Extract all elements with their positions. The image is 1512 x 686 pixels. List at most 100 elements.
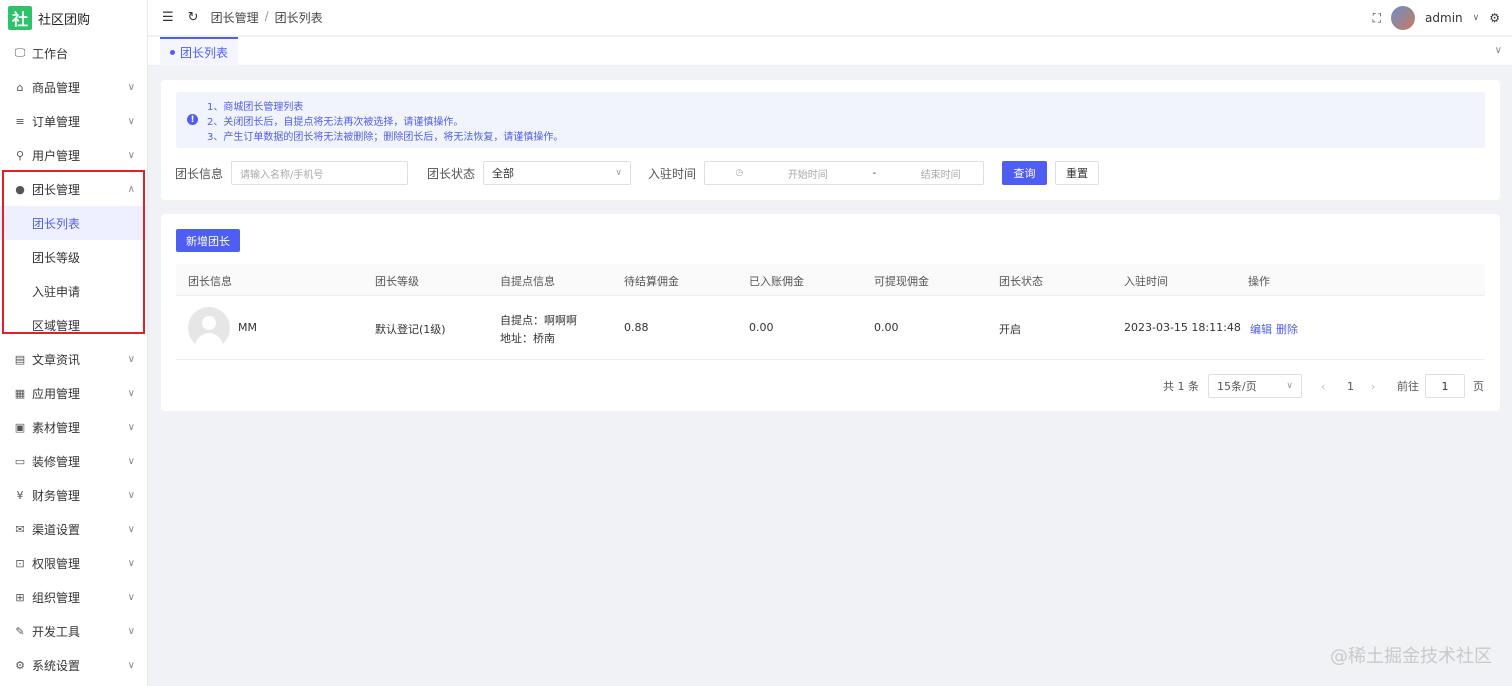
pickup-address: 地址：桥南 <box>500 332 555 345</box>
sidebar-item-mail[interactable]: ✉ 渠道设置 ∨ <box>0 512 147 546</box>
page-number-current[interactable]: 1 <box>1347 374 1354 398</box>
sidebar-item-apps[interactable]: ▦ 应用管理 ∨ <box>0 376 147 410</box>
sidebar-subitem[interactable]: 区域管理 <box>0 308 147 342</box>
chevron-down-icon: ∨ <box>127 489 135 501</box>
app-title: 社区团购 <box>38 12 91 28</box>
sidebar-item-label: 装修管理 <box>32 454 81 469</box>
yen-icon: ¥ <box>16 488 24 502</box>
column-header: 团长信息 <box>188 275 232 288</box>
app-logo[interactable]: 社 社区团购 <box>0 0 147 36</box>
sidebar-item-label: 商品管理 <box>32 80 81 95</box>
list-icon: ≡ <box>15 114 25 128</box>
username[interactable]: admin <box>1425 11 1463 25</box>
sidebar-item-image[interactable]: ▣ 素材管理 ∨ <box>0 410 147 444</box>
page-size-select[interactable]: 15条/页 ∨ <box>1208 374 1302 398</box>
settings-icon[interactable]: ⚙ <box>1489 11 1500 25</box>
user-avatar[interactable] <box>1391 6 1416 30</box>
sidebar-item-article[interactable]: ▤ 文章资讯 ∨ <box>0 342 147 376</box>
chevron-down-icon: ∨ <box>615 168 623 178</box>
sidebar-item-user[interactable]: ⚲ 用户管理 ∨ <box>0 138 147 172</box>
org-icon: ⊞ <box>15 590 25 604</box>
prev-page-icon[interactable]: ‹ <box>1321 374 1325 398</box>
leader-status-select[interactable]: 全部 ∨ <box>483 161 632 185</box>
sidebar-item-list[interactable]: ≡ 订单管理 ∨ <box>0 104 147 138</box>
add-leader-button[interactable]: 新增团长 <box>176 229 240 252</box>
breadcrumb-item: 团长列表 <box>274 11 323 25</box>
fullscreen-icon[interactable]: ⛶ <box>1373 11 1381 26</box>
next-page-icon[interactable]: › <box>1371 374 1375 398</box>
column-header: 可提现佣金 <box>874 275 929 288</box>
breadcrumb-item[interactable]: 团长管理 <box>211 9 259 26</box>
delete-link[interactable]: 删除 <box>1276 321 1298 337</box>
page-unit-label: 页 <box>1473 380 1484 393</box>
pagination-total: 共 1 条 <box>1163 380 1199 393</box>
menu-fold-icon[interactable]: ☰ <box>162 10 174 25</box>
leader-info-label: 团长信息 <box>175 166 224 181</box>
sidebar-item-label: 开发工具 <box>32 624 81 639</box>
notice-box: ! 1、商城团长管理列表 2、关闭团长后，自提点将无法再次被选择，请谨慎操作。 … <box>176 92 1485 148</box>
sidebar-item-label: 组织管理 <box>32 590 81 605</box>
leader-info-input[interactable]: 请输入名称/手机号 <box>231 161 409 185</box>
filter-card: ! 1、商城团长管理列表 2、关闭团长后，自提点将无法再次被选择，请谨慎操作。 … <box>161 80 1500 200</box>
sidebar-subitem[interactable]: 入驻申请 <box>0 274 147 308</box>
gear-icon: ⚙ <box>15 658 25 672</box>
sidebar-item-yen[interactable]: ¥ 财务管理 ∨ <box>0 478 147 512</box>
pending-commission: 0.88 <box>624 321 649 334</box>
active-dot-icon <box>170 50 175 55</box>
query-button[interactable]: 查询 <box>1002 161 1047 185</box>
clock-icon: ◷ <box>735 168 744 178</box>
chevron-down-icon: ∨ <box>127 81 135 93</box>
column-header: 入驻时间 <box>1124 275 1168 288</box>
chevron-down-icon: ∨ <box>127 387 135 399</box>
sidebar-item-label: 订单管理 <box>32 114 81 129</box>
column-header: 团长等级 <box>375 275 419 288</box>
join-time: 2023-03-15 18:11:48 <box>1124 321 1241 334</box>
chevron-down-icon: ∨ <box>127 353 135 365</box>
info-icon: ! <box>187 114 198 125</box>
watermark: @稀土掘金技术社区 <box>1330 646 1492 667</box>
select-value: 全部 <box>492 167 515 180</box>
join-time-label: 入驻时间 <box>648 166 697 181</box>
chevron-down-icon: ∨ <box>127 523 135 535</box>
lock-icon: ⊡ <box>15 556 25 570</box>
leader-avatar <box>188 307 230 349</box>
mail-icon: ✉ <box>15 522 25 536</box>
sidebar-item-gear[interactable]: ⚙ 系统设置 ∨ <box>0 648 147 682</box>
sidebar-subitem[interactable]: 团长列表 <box>0 206 147 240</box>
chevron-down-icon[interactable]: ∨ <box>1495 45 1502 56</box>
sidebar-subitem[interactable]: 团长等级 <box>0 240 147 274</box>
sidebar-item-leader[interactable]: ● 团长管理 ∧ <box>0 172 147 206</box>
end-time-input[interactable]: 结束时间 <box>921 166 961 181</box>
sidebar-item-pen[interactable]: ✎ 开发工具 ∨ <box>0 614 147 648</box>
chevron-down-icon: ∨ <box>127 421 135 433</box>
chevron-down-icon: ∨ <box>1286 381 1293 391</box>
chevron-down-icon: ∨ <box>127 149 135 161</box>
chevron-down-icon: ∨ <box>127 591 135 603</box>
sidebar-item-decorate[interactable]: ▭ 装修管理 ∨ <box>0 444 147 478</box>
chevron-up-icon: ∧ <box>127 183 135 195</box>
sidebar-item-label: 素材管理 <box>32 420 81 435</box>
sidebar-item-label: 渠道设置 <box>32 522 81 537</box>
chevron-down-icon[interactable]: ∨ <box>1473 13 1480 23</box>
sidebar-item-monitor[interactable]: 🖵 工作台 <box>0 36 147 70</box>
start-time-input[interactable]: 开始时间 <box>788 166 828 181</box>
sidebar-item-org[interactable]: ⊞ 组织管理 ∨ <box>0 580 147 614</box>
select-value: 15条/页 <box>1217 380 1257 393</box>
chevron-down-icon: ∨ <box>127 115 135 127</box>
table-card: 新增团长 团长信息 团长等级 自提点信息 待结算佣金 已入账佣金 可提现佣金 团… <box>161 214 1500 411</box>
tab-leader-list[interactable]: 团长列表 <box>160 37 239 66</box>
sidebar-item-lock[interactable]: ⊡ 权限管理 ∨ <box>0 546 147 580</box>
edit-link[interactable]: 编辑 <box>1250 321 1272 337</box>
table-row: MM 默认登记(1级) 自提点：啊啊啊 地址：桥南 0.88 0.00 0.00… <box>176 296 1485 360</box>
goto-page-input[interactable]: 1 <box>1425 374 1465 398</box>
sidebar-item-shop[interactable]: ⌂ 商品管理 ∨ <box>0 70 147 104</box>
column-header: 操作 <box>1248 275 1270 288</box>
sidebar-item-label: 系统设置 <box>32 658 81 673</box>
reset-button[interactable]: 重置 <box>1055 161 1099 185</box>
notice-line: 3、产生订单数据的团长将无法被删除；删除团长后，将无法恢复，请谨慎操作。 <box>207 132 564 143</box>
date-range-picker[interactable]: ◷ 开始时间 - 结束时间 <box>704 161 985 185</box>
pickup-name: 自提点：啊啊啊 <box>500 314 577 327</box>
column-header: 已入账佣金 <box>749 275 804 288</box>
tabs-bar: 团长列表 ∨ <box>148 37 1512 66</box>
refresh-icon[interactable]: ↻ <box>188 10 199 25</box>
